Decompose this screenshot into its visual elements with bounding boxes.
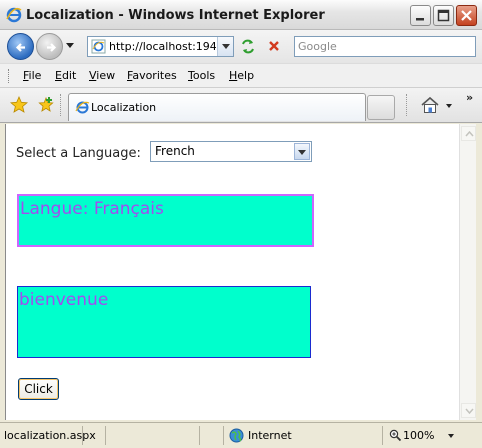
ie-page-icon [91,39,106,54]
menu-edit[interactable]: Edit [55,69,76,82]
scroll-up-button[interactable] [461,126,476,141]
maximize-icon [437,9,450,22]
language-select[interactable]: French [150,141,312,162]
back-arrow-icon [15,43,25,52]
window-title: Localization - Windows Internet Explorer [26,8,325,23]
status-divider [199,426,200,445]
toolbar-grip[interactable] [8,69,10,83]
window-frame-edge [476,124,482,420]
address-dropdown[interactable] [217,37,233,56]
zoom-dropdown[interactable] [448,434,454,438]
vertical-scrollbar[interactable] [459,124,476,420]
tab-bar: Localization » [0,88,482,123]
refresh-button[interactable] [237,36,259,57]
page-viewport: Select a Language: French Langue: França… [5,124,459,420]
globe-icon [229,428,244,443]
search-box[interactable] [294,36,476,57]
home-dropdown[interactable] [446,104,452,108]
menu-help[interactable]: Help [229,69,254,82]
new-tab-button[interactable] [367,95,395,120]
status-divider [105,426,106,445]
zoom-level[interactable]: 100% [403,429,434,442]
maximize-button[interactable] [433,5,454,26]
minimize-icon [416,18,424,21]
chevron-more-icon[interactable]: » [466,91,473,104]
address-bar[interactable]: http://localhost:1949/ [87,36,234,57]
welcome-panel: bienvenue [17,286,311,358]
menu-file[interactable]: File [23,69,41,82]
tab-localization[interactable]: Localization [68,93,366,121]
status-divider [382,426,383,445]
language-select-value: French [155,144,195,158]
welcome-text: bienvenue [19,290,109,310]
close-icon [461,10,472,21]
ie-logo-icon [6,7,22,23]
menu-favorites[interactable]: Favorites [127,69,177,82]
search-input[interactable] [295,37,471,56]
stop-icon [269,41,279,51]
ie-page-icon [75,101,90,114]
status-divider [223,426,224,445]
minimize-button[interactable] [410,5,431,26]
chevron-up-icon [465,131,474,137]
language-panel: Langue: Français [17,194,314,247]
zoom-icon[interactable] [389,429,402,442]
back-button[interactable] [7,33,34,60]
recent-pages-dropdown[interactable] [66,43,74,48]
toolbar-separator [60,94,62,116]
language-text: Langue: Français [20,199,164,219]
address-toolbar: http://localhost:1949/ [0,30,482,63]
tab-label: Localization [91,101,157,114]
language-label: Select a Language: [16,146,141,161]
menu-view[interactable]: View [89,69,115,82]
forward-button[interactable] [36,33,63,60]
title-bar: Localization - Windows Internet Explorer [0,0,482,30]
toolbar-separator [406,94,408,116]
click-button[interactable]: Click [18,378,59,400]
status-bar: localization.aspx Internet 100% [0,422,482,448]
refresh-icon [242,39,254,54]
chevron-down-icon[interactable] [294,143,310,160]
status-divider [82,426,83,445]
home-icon[interactable] [420,96,440,114]
add-favorite-icon[interactable] [37,96,55,114]
address-url[interactable]: http://localhost:1949/ [109,40,216,53]
stop-button[interactable] [263,36,285,57]
menu-tools[interactable]: Tools [188,69,215,82]
forward-arrow-icon [47,43,57,52]
scroll-down-button[interactable] [461,403,476,418]
chevron-down-icon [465,408,474,414]
close-button[interactable] [456,5,477,26]
security-zone[interactable]: Internet [248,429,292,442]
menu-bar: File Edit View Favorites Tools Help [0,63,482,88]
favorites-star-icon[interactable] [10,96,28,114]
